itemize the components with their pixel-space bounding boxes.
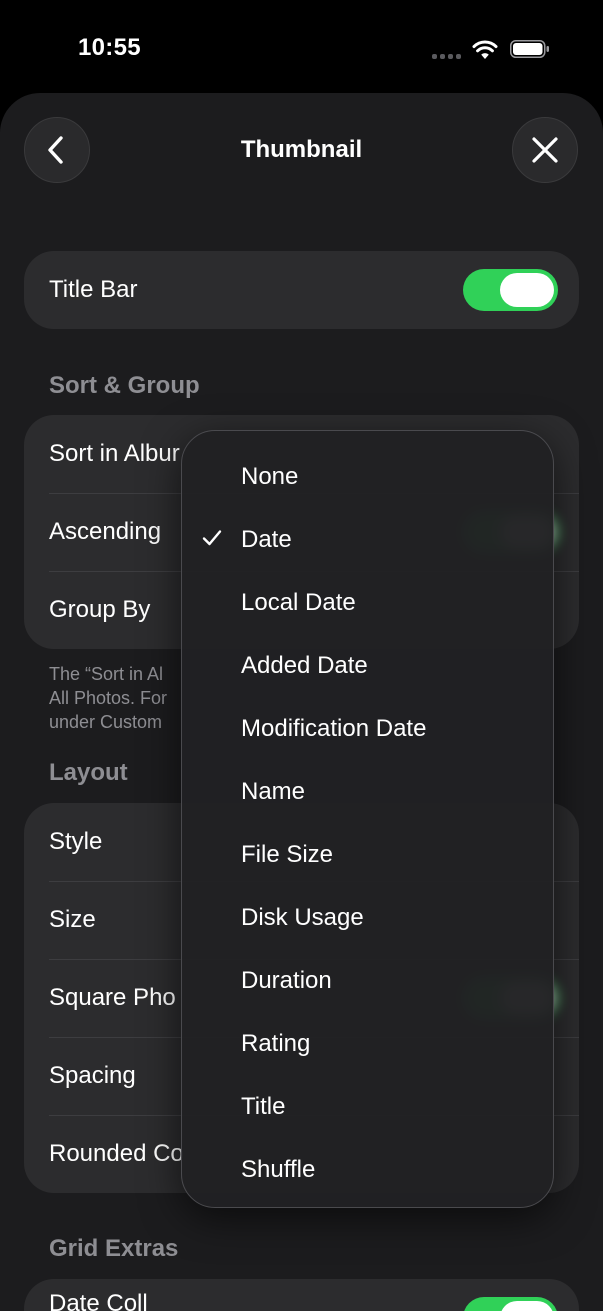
- menu-option-none[interactable]: None: [182, 445, 553, 508]
- menu-option-label: Date: [241, 525, 292, 553]
- menu-option-local-date[interactable]: Local Date: [182, 571, 553, 634]
- menu-option-title[interactable]: Title: [182, 1075, 553, 1138]
- date-collapse-toggle[interactable]: [463, 1297, 558, 1311]
- rounded-corners-label: Rounded Co: [49, 1140, 184, 1167]
- title-bar-label: Title Bar: [49, 276, 138, 303]
- menu-option-label: Rating: [241, 1029, 311, 1057]
- menu-option-modification-date[interactable]: Modification Date: [182, 697, 553, 760]
- sort-in-album-label: Sort in Albur: [49, 440, 180, 467]
- date-collapse-label: Date Coll: [49, 1290, 148, 1311]
- ascending-label: Ascending: [49, 518, 162, 545]
- date-collapse-row[interactable]: Date Coll: [24, 1279, 579, 1311]
- spacing-label: Spacing: [49, 1062, 136, 1089]
- status-time: 10:55: [78, 34, 141, 61]
- battery-icon: [510, 40, 549, 58]
- wifi-icon: [472, 40, 498, 59]
- close-icon: [532, 137, 558, 163]
- grid-extras-card: Date Coll: [24, 1279, 579, 1311]
- checkmark-icon: [202, 530, 222, 546]
- menu-option-file-size[interactable]: File Size: [182, 823, 553, 886]
- grid-extras-heading: Grid Extras: [49, 1235, 179, 1262]
- sort-group-footnote: The “Sort in Al All Photos. For under Cu…: [49, 662, 199, 734]
- title-bar-row[interactable]: Title Bar: [24, 251, 579, 329]
- menu-option-label: Shuffle: [241, 1155, 316, 1183]
- title-bar-card: Title Bar: [24, 251, 579, 329]
- menu-option-label: Modification Date: [241, 714, 427, 742]
- menu-option-label: Added Date: [241, 651, 368, 679]
- menu-option-label: Duration: [241, 966, 332, 994]
- menu-option-duration[interactable]: Duration: [182, 949, 553, 1012]
- menu-option-added-date[interactable]: Added Date: [182, 634, 553, 697]
- style-label: Style: [49, 828, 103, 855]
- group-by-label: Group By: [49, 596, 151, 623]
- footnote-line: The “Sort in Al: [49, 664, 164, 684]
- dynamic-island: [208, 24, 395, 76]
- menu-option-disk-usage[interactable]: Disk Usage: [182, 886, 553, 949]
- sort-options-menu: None Date Local Date Added Date Modifica…: [181, 430, 554, 1208]
- menu-option-name[interactable]: Name: [182, 760, 553, 823]
- square-photos-label: Square Pho: [49, 984, 176, 1011]
- menu-option-shuffle[interactable]: Shuffle: [182, 1138, 553, 1201]
- menu-option-label: Local Date: [241, 588, 356, 616]
- sort-group-heading: Sort & Group: [49, 372, 200, 399]
- cellular-signal-icon: [432, 47, 464, 59]
- layout-heading: Layout: [49, 759, 128, 786]
- menu-option-label: None: [241, 462, 299, 490]
- menu-option-date[interactable]: Date: [182, 508, 553, 571]
- menu-option-rating[interactable]: Rating: [182, 1012, 553, 1075]
- menu-option-label: Disk Usage: [241, 903, 364, 931]
- menu-option-label: File Size: [241, 840, 334, 868]
- size-label: Size: [49, 906, 96, 933]
- close-button[interactable]: [512, 117, 578, 183]
- status-bar: 10:55: [0, 0, 603, 95]
- footnote-line: under Custom: [49, 712, 163, 732]
- menu-option-label: Title: [241, 1092, 286, 1120]
- footnote-line: All Photos. For: [49, 688, 168, 708]
- title-bar-toggle[interactable]: [463, 269, 558, 311]
- menu-option-label: Name: [241, 777, 306, 805]
